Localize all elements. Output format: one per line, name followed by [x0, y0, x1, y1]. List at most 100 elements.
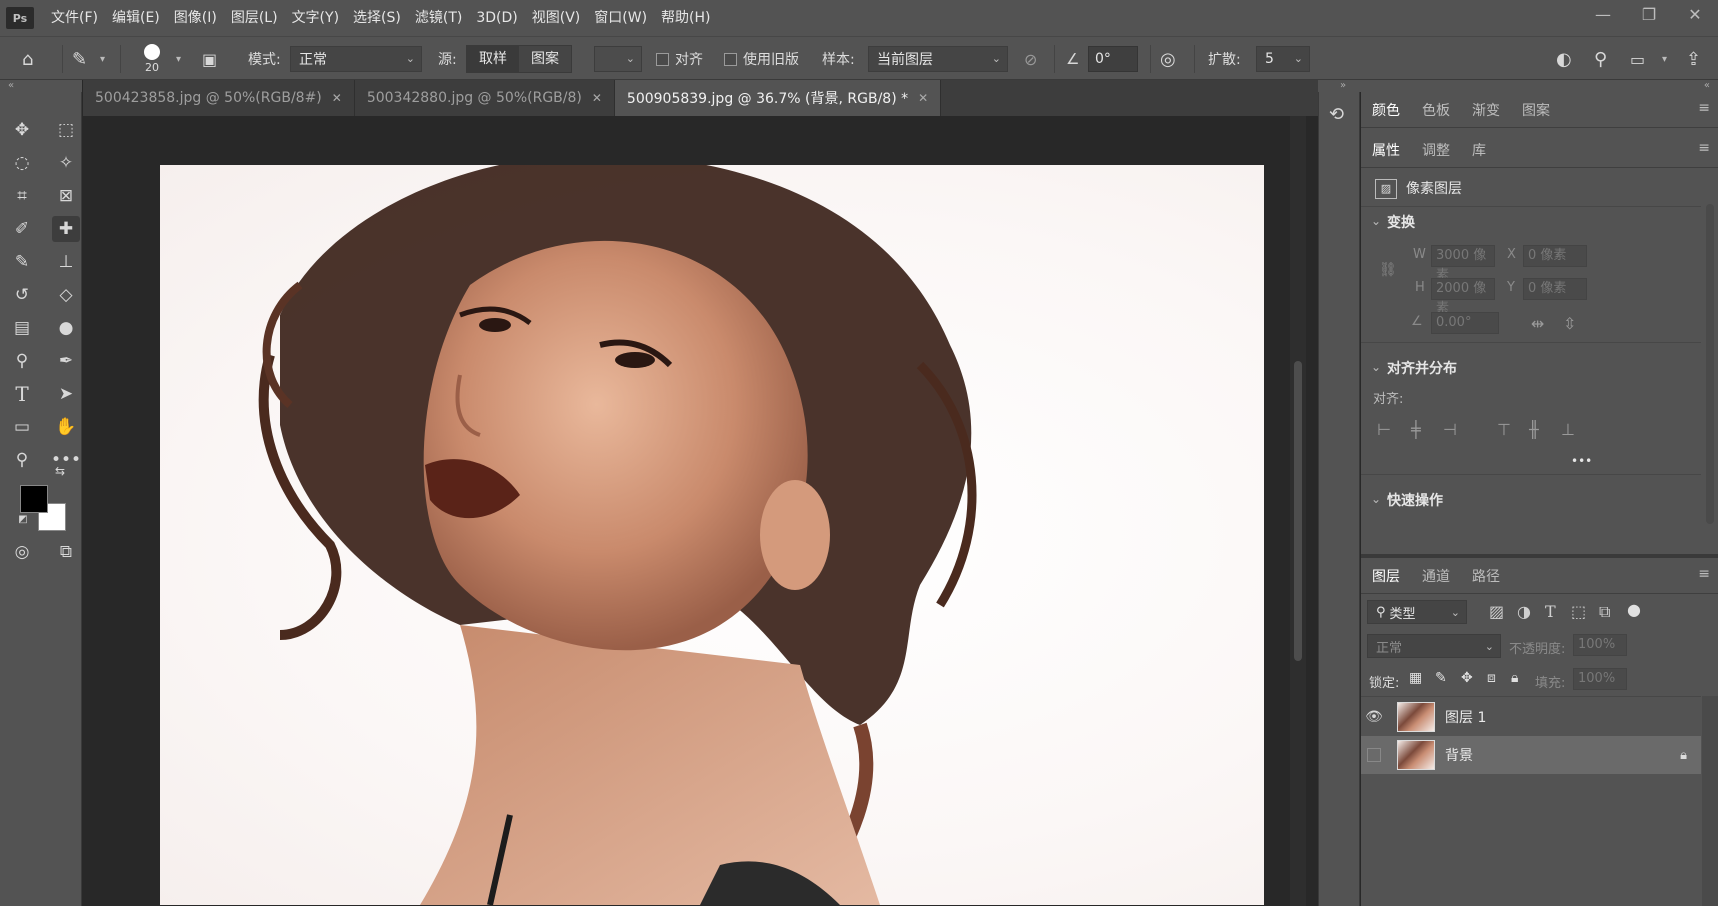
- ignore-adjustment-icon[interactable]: ⊘: [1024, 37, 1037, 81]
- filter-adjustment-icon[interactable]: ◑: [1517, 602, 1531, 621]
- eraser-tool-icon[interactable]: ◇: [52, 282, 80, 308]
- lasso-tool-icon[interactable]: ◌: [8, 150, 36, 176]
- canvas-area[interactable]: [83, 116, 1306, 906]
- tab-channels[interactable]: 通道: [1411, 566, 1461, 586]
- quick-select-tool-icon[interactable]: ✧: [52, 150, 80, 176]
- y-input[interactable]: 0 像素: [1523, 278, 1587, 300]
- move-tool-icon[interactable]: ✥: [8, 117, 36, 143]
- diffusion-select[interactable]: 5 ⌄: [1256, 46, 1310, 72]
- home-icon[interactable]: ⌂: [22, 37, 33, 81]
- vertical-scrollbar[interactable]: [1290, 116, 1306, 906]
- dodge-tool-icon[interactable]: ⚲: [8, 348, 36, 374]
- pen-tool-icon[interactable]: ✒: [52, 348, 80, 374]
- marquee-tool-icon[interactable]: ⬚: [52, 117, 80, 143]
- align-top-icon[interactable]: ⊤: [1497, 420, 1511, 439]
- healing-brush-tool-icon[interactable]: ✚: [52, 216, 80, 242]
- tab-paths[interactable]: 路径: [1461, 566, 1511, 586]
- hand-tool-icon[interactable]: ✋: [52, 414, 80, 440]
- lock-icon[interactable]: 🔒︎: [1680, 748, 1687, 763]
- tab-adjustments[interactable]: 调整: [1411, 140, 1461, 160]
- blur-tool-icon[interactable]: ●: [52, 315, 80, 341]
- brush-tool-icon[interactable]: ✎: [8, 249, 36, 275]
- pressure-icon[interactable]: ◎: [1160, 37, 1176, 81]
- pattern-picker[interactable]: ⌄: [594, 46, 642, 72]
- menu-window[interactable]: 窗口(W): [587, 0, 654, 36]
- sample-select[interactable]: 当前图层 ⌄: [868, 46, 1008, 72]
- properties-scrollbar[interactable]: [1706, 204, 1714, 524]
- width-input[interactable]: 3000 像素: [1431, 245, 1495, 283]
- angle-field[interactable]: 0.00°: [1431, 312, 1499, 334]
- panel-menu-icon[interactable]: ≡: [1698, 100, 1710, 116]
- healing-brush-icon[interactable]: ✎: [72, 37, 87, 81]
- default-colors-icon[interactable]: ◩: [16, 512, 30, 526]
- filter-smart-object-icon[interactable]: ⧉: [1599, 602, 1610, 622]
- dock-collapse-icon[interactable]: »: [1340, 80, 1346, 92]
- flip-horizontal-icon[interactable]: ⇹: [1531, 314, 1544, 333]
- align-right-icon[interactable]: ⊣: [1443, 420, 1457, 439]
- filter-toggle-icon[interactable]: ●: [1627, 600, 1641, 619]
- scrollbar-thumb[interactable]: [1294, 361, 1302, 661]
- menu-file[interactable]: 文件(F): [44, 0, 105, 36]
- visibility-toggle[interactable]: [1361, 748, 1387, 762]
- layer-row-layer-1[interactable]: 👁︎ 图层 1: [1361, 698, 1701, 736]
- align-center-h-icon[interactable]: ╪: [1411, 420, 1421, 439]
- rectangle-tool-icon[interactable]: ▭: [8, 414, 36, 440]
- tab-libraries[interactable]: 库: [1461, 140, 1497, 160]
- search-icon[interactable]: ⚲: [1594, 37, 1607, 81]
- height-input[interactable]: 2000 像素: [1431, 278, 1495, 316]
- layer-name[interactable]: 背景: [1445, 745, 1473, 765]
- layer-row-background[interactable]: 背景 🔒︎: [1361, 736, 1701, 774]
- tab-document-1[interactable]: 500423858.jpg @ 50%(RGB/8#) ✕: [83, 80, 355, 116]
- quick-mask-icon[interactable]: ◎: [8, 539, 36, 565]
- opacity-input[interactable]: 100%: [1573, 634, 1627, 656]
- link-icon[interactable]: ⛓: [1379, 262, 1397, 278]
- tab-gradients[interactable]: 渐变: [1461, 100, 1511, 120]
- lock-transparency-icon[interactable]: ▦: [1409, 670, 1422, 686]
- tab-layers[interactable]: 图层: [1361, 566, 1411, 586]
- align-middle-v-icon[interactable]: ╫: [1529, 420, 1539, 439]
- menu-help[interactable]: 帮助(H): [654, 0, 717, 36]
- legacy-checkbox[interactable]: 使用旧版: [724, 37, 799, 81]
- aligned-checkbox[interactable]: 对齐: [656, 37, 703, 81]
- swap-colors-icon[interactable]: ⇆: [50, 462, 70, 480]
- close-icon[interactable]: ✕: [1672, 0, 1718, 28]
- minimize-icon[interactable]: —: [1580, 0, 1626, 28]
- workspace-icon[interactable]: ▭: [1630, 37, 1645, 81]
- menu-image[interactable]: 图像(I): [167, 0, 224, 36]
- tab-properties[interactable]: 属性: [1361, 140, 1411, 160]
- brush-picker[interactable]: 20: [144, 37, 160, 81]
- user-icon[interactable]: ◐: [1556, 37, 1572, 81]
- visibility-eye-icon[interactable]: 👁︎: [1361, 709, 1387, 725]
- aligned-check-box[interactable]: [656, 52, 669, 66]
- tool-preset-chevron-icon[interactable]: ▾: [100, 37, 105, 81]
- menu-edit[interactable]: 编辑(E): [105, 0, 167, 36]
- menu-filter[interactable]: 滤镜(T): [408, 0, 469, 36]
- tab-patterns[interactable]: 图案: [1511, 100, 1561, 120]
- source-sample-button[interactable]: 取样: [467, 46, 519, 72]
- angle-input[interactable]: 0°: [1088, 46, 1138, 72]
- brush-chevron-icon[interactable]: ▾: [176, 37, 181, 81]
- fill-input[interactable]: 100%: [1573, 668, 1627, 690]
- lock-pixels-icon[interactable]: ✎: [1435, 670, 1447, 686]
- brush-settings-icon[interactable]: ▣: [202, 37, 217, 81]
- lock-all-icon[interactable]: 🔒︎: [1511, 670, 1518, 686]
- tab-document-3[interactable]: 500905839.jpg @ 36.7% (背景, RGB/8) * ✕: [614, 80, 942, 116]
- more-options-icon[interactable]: •••: [1571, 454, 1592, 468]
- crop-tool-icon[interactable]: ⌗: [8, 183, 36, 209]
- close-icon[interactable]: ✕: [592, 91, 602, 105]
- tab-document-2[interactable]: 500342880.jpg @ 50%(RGB/8) ✕: [355, 80, 615, 116]
- path-select-tool-icon[interactable]: ➤: [52, 381, 80, 407]
- close-icon[interactable]: ✕: [332, 91, 342, 105]
- lock-position-icon[interactable]: ✥: [1461, 670, 1473, 686]
- chevron-down-icon[interactable]: ⌄: [1371, 492, 1381, 506]
- zoom-tool-icon[interactable]: ⚲: [8, 447, 36, 473]
- history-panel-icon[interactable]: ⟲: [1329, 104, 1344, 125]
- mode-select[interactable]: 正常 ⌄: [290, 46, 422, 72]
- menu-layer[interactable]: 图层(L): [224, 0, 285, 36]
- flip-vertical-icon[interactable]: ⇳: [1563, 314, 1576, 333]
- panel-menu-icon[interactable]: ≡: [1698, 140, 1710, 156]
- align-bottom-icon[interactable]: ⊥: [1561, 420, 1575, 439]
- history-brush-tool-icon[interactable]: ↺: [8, 282, 36, 308]
- toolbar-collapse-icon[interactable]: «: [0, 80, 82, 92]
- layers-scrollbar[interactable]: [1702, 696, 1718, 906]
